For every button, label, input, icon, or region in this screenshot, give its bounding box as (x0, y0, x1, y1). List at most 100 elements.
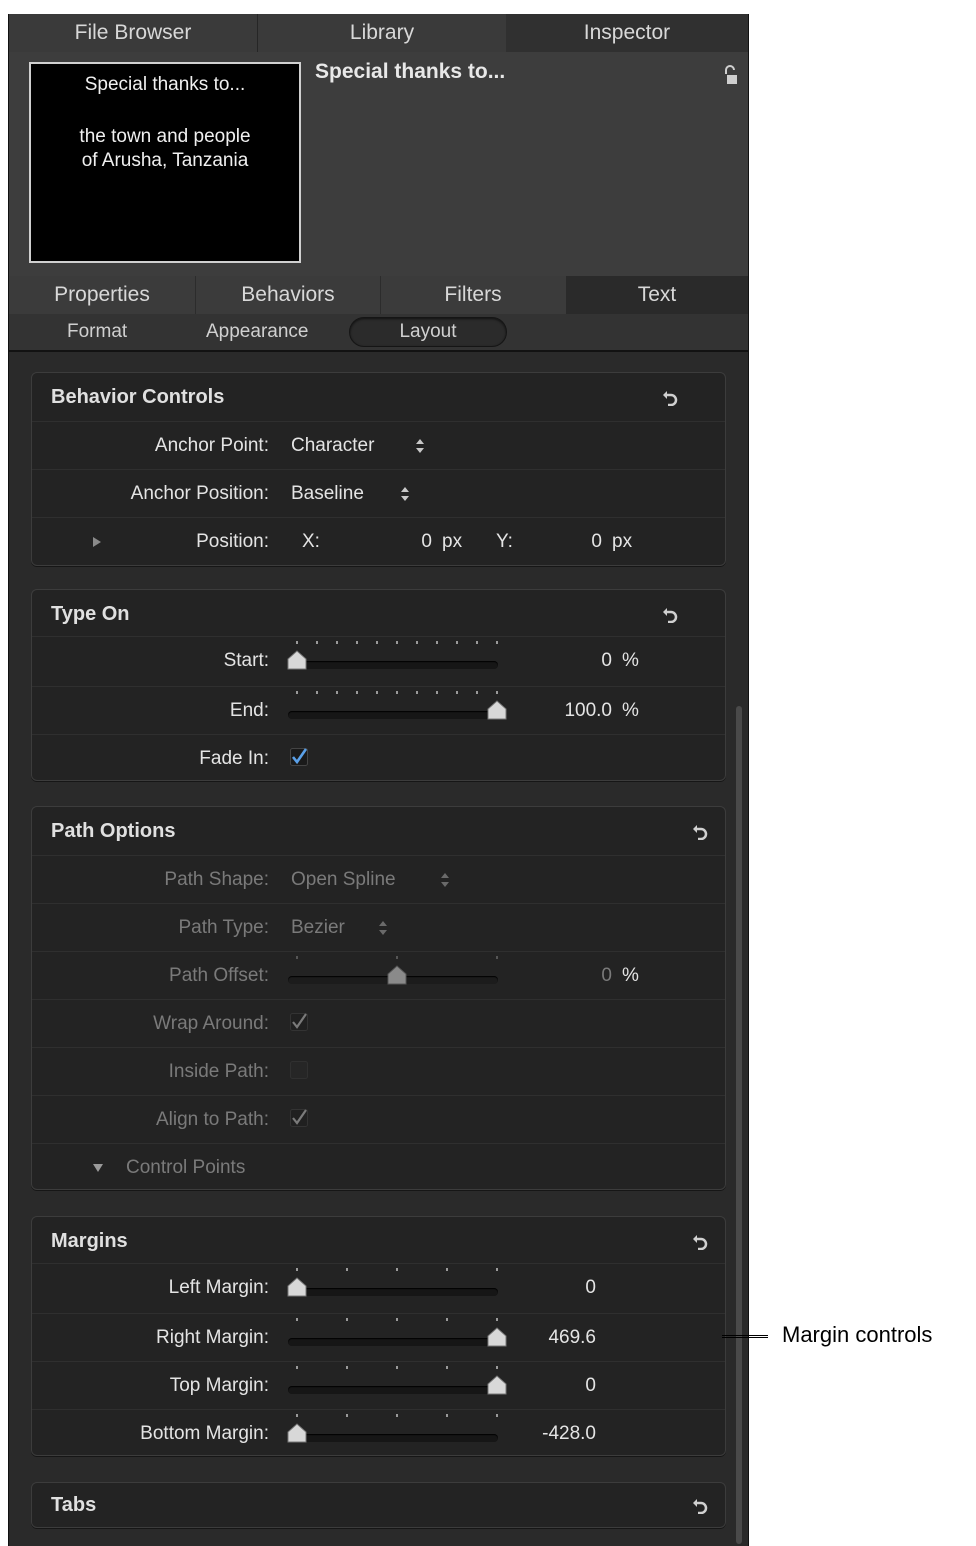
slider-tick (346, 1268, 348, 1271)
slider-tick (296, 1366, 298, 1369)
path-offset-label: Path Offset: (169, 965, 269, 986)
right-margin-row: Right Margin: 469.6 (32, 1313, 725, 1362)
slider-knob[interactable] (486, 1374, 508, 1396)
slider-tick (316, 691, 318, 694)
start-value[interactable]: 0 (552, 650, 612, 672)
anchor-position-row: Anchor Position: Baseline (32, 469, 725, 518)
reset-icon[interactable] (692, 822, 708, 840)
slider-knob[interactable] (286, 1422, 308, 1444)
reset-icon[interactable] (662, 388, 678, 406)
preview-area: Special thanks to... the town and people… (9, 52, 748, 276)
bottom-margin-label: Bottom Margin: (140, 1423, 269, 1444)
thumbnail-line-2: the town and people (79, 126, 251, 147)
slider-tick (336, 691, 338, 694)
path-type-row: Path Type: Bezier (32, 903, 725, 952)
disclosure-triangle-icon[interactable] (92, 536, 102, 548)
bottom-margin-value[interactable]: -428.0 (512, 1423, 596, 1445)
slider-tick (396, 641, 398, 644)
slider-tick (416, 691, 418, 694)
reset-icon[interactable] (692, 1232, 708, 1250)
position-x-value[interactable]: 0 (392, 531, 432, 553)
slider-tick (296, 641, 298, 644)
group-title: Path Options (51, 820, 176, 842)
tab-properties[interactable]: Properties (9, 276, 196, 314)
right-margin-value[interactable]: 469.6 (512, 1327, 596, 1349)
start-row: Start: 0 % (32, 636, 725, 687)
left-margin-value[interactable]: 0 (512, 1277, 596, 1299)
slider-tick (476, 691, 478, 694)
inspector-tab-bar: Properties Behaviors Filters Text (9, 276, 748, 315)
group-header: Tabs (32, 1483, 725, 1529)
tab-file-browser[interactable]: File Browser (9, 14, 258, 52)
right-margin-slider[interactable] (288, 1338, 498, 1346)
slider-tick (396, 1268, 398, 1271)
slider-knob[interactable] (286, 649, 308, 671)
slider-tick (476, 641, 478, 644)
subtab-appearance[interactable]: Appearance (206, 314, 308, 350)
slider-knob[interactable] (386, 964, 408, 986)
left-margin-slider[interactable] (288, 1288, 498, 1296)
tab-inspector[interactable]: Inspector (506, 14, 748, 52)
top-margin-slider[interactable] (288, 1386, 498, 1394)
popup-arrows-icon[interactable] (440, 872, 450, 888)
tab-library[interactable]: Library (258, 14, 506, 52)
start-slider[interactable] (288, 661, 498, 669)
fade-in-checkbox[interactable] (290, 748, 308, 766)
scrollbar[interactable] (736, 706, 742, 1544)
tab-text[interactable]: Text (566, 276, 748, 314)
anchor-point-popup[interactable]: Character (291, 435, 374, 457)
end-slider[interactable] (288, 711, 498, 719)
path-shape-popup[interactable]: Open Spline (291, 869, 396, 891)
lock-icon[interactable] (723, 65, 737, 85)
path-offset-value[interactable]: 0 (552, 965, 612, 987)
tab-filters[interactable]: Filters (381, 276, 565, 314)
slider-knob[interactable] (486, 699, 508, 721)
path-type-label: Path Type: (178, 917, 270, 938)
group-title: Margins (51, 1230, 128, 1252)
slider-tick (396, 956, 398, 959)
slider-tick (356, 691, 358, 694)
top-margin-value[interactable]: 0 (512, 1375, 596, 1397)
position-y-unit: px (612, 531, 633, 552)
slider-knob[interactable] (486, 1326, 508, 1348)
reset-icon[interactable] (662, 605, 678, 623)
slider-tick (376, 641, 378, 644)
path-type-popup[interactable]: Bezier (291, 917, 345, 939)
subtab-layout[interactable]: Layout (349, 317, 507, 347)
path-offset-unit: % (622, 965, 639, 986)
slider-tick (296, 1318, 298, 1321)
path-options-group: Path Options Path Shape: Open Spline Pat… (31, 806, 726, 1190)
reset-icon[interactable] (692, 1496, 708, 1514)
position-x-unit: px (442, 531, 463, 552)
slider-tick (296, 1268, 298, 1271)
align-to-path-checkbox[interactable] (290, 1109, 308, 1127)
popup-arrows-icon[interactable] (415, 438, 425, 454)
disclosure-triangle-down-icon[interactable] (92, 1163, 104, 1173)
slider-tick (496, 1318, 498, 1321)
position-y-value[interactable]: 0 (562, 531, 602, 553)
fade-in-label: Fade In: (199, 748, 269, 769)
slider-ticks (288, 1414, 498, 1420)
subtab-format[interactable]: Format (67, 314, 127, 350)
position-y-label: Y: (496, 531, 513, 552)
slider-knob[interactable] (286, 1276, 308, 1298)
slider-tick (446, 1366, 448, 1369)
bottom-margin-slider[interactable] (288, 1434, 498, 1442)
slider-tick (456, 641, 458, 644)
anchor-point-row: Anchor Point: Character (32, 421, 725, 470)
popup-arrows-icon[interactable] (378, 920, 388, 936)
tab-behaviors[interactable]: Behaviors (196, 276, 381, 314)
slider-ticks (288, 1318, 498, 1324)
anchor-position-popup[interactable]: Baseline (291, 483, 364, 505)
wrap-around-checkbox[interactable] (290, 1013, 308, 1031)
slider-tick (496, 691, 498, 694)
end-row: End: 100.0 % (32, 686, 725, 735)
inside-path-checkbox[interactable] (290, 1061, 308, 1079)
path-offset-row: Path Offset: 0 % (32, 951, 725, 1000)
end-value[interactable]: 100.0 (532, 700, 612, 722)
slider-tick (396, 1366, 398, 1369)
slider-tick (296, 691, 298, 694)
slider-tick (446, 1268, 448, 1271)
popup-arrows-icon[interactable] (400, 486, 410, 502)
group-title: Tabs (51, 1494, 97, 1516)
